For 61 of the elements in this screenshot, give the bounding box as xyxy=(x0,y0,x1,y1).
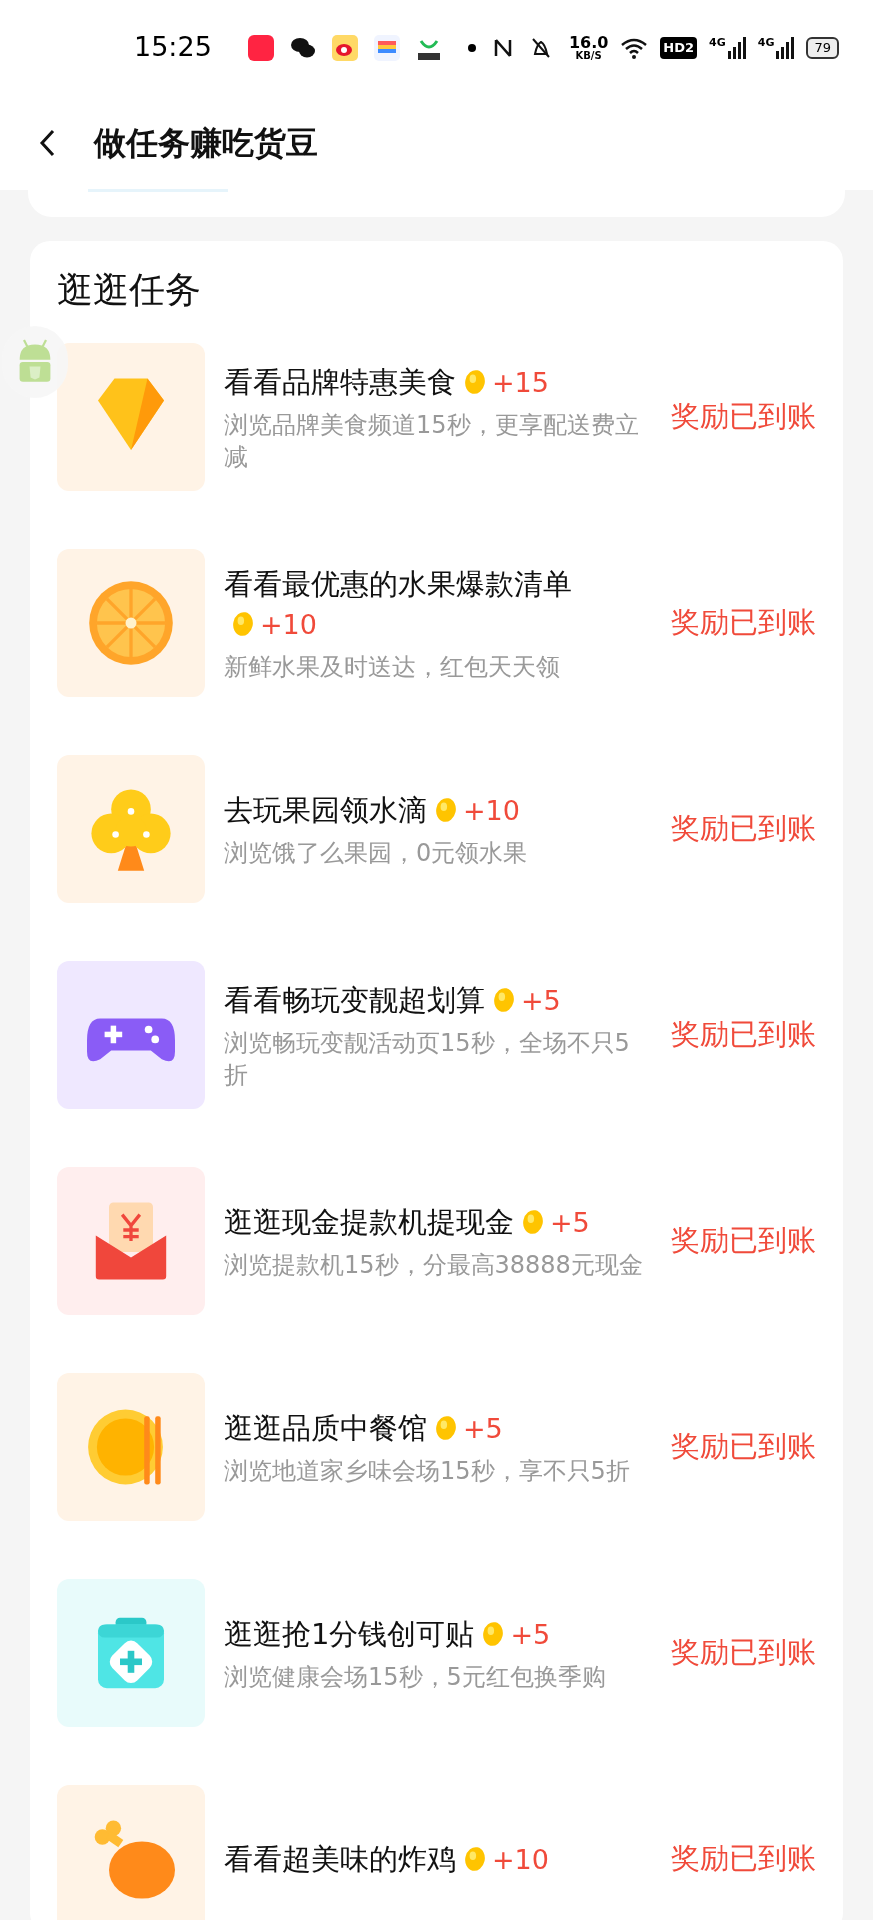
reward-status: 奖励已到账 xyxy=(671,1222,816,1260)
task-title: 去玩果园领水滴 +10 xyxy=(224,791,521,829)
bean-coin-icon xyxy=(493,986,515,1013)
task-description: 浏览地道家乡味会场15秒，享不只5折 xyxy=(224,1455,631,1487)
task-description: 浏览品牌美食频道15秒，更享配送费立减 xyxy=(224,409,640,473)
reward-status: 奖励已到账 xyxy=(671,810,816,848)
bean-coin-icon xyxy=(482,1620,505,1647)
bean-points: +10 xyxy=(260,608,317,640)
task-title: 看看畅玩变靓超划算 +5 xyxy=(224,981,562,1019)
bean-coin-icon xyxy=(522,1208,544,1235)
task-description: 浏览饿了么果园，0元领水果 xyxy=(224,837,529,869)
network-speed-unit: KB/S xyxy=(575,50,602,61)
app-notification-icon xyxy=(247,34,274,61)
network-type: 4G xyxy=(709,36,726,48)
tree-icon xyxy=(57,755,205,903)
task-title: 看看品牌特惠美食 +15 xyxy=(224,363,550,401)
reward-status: 奖励已到账 xyxy=(671,398,816,436)
task-title: 逛逛抢1分钱创可贴 +5 xyxy=(224,1615,552,1653)
task-description: 浏览提款机15秒，分最高38888元现金 xyxy=(224,1249,644,1281)
chat-bubbles-icon xyxy=(289,35,316,60)
reward-status: 奖励已到账 xyxy=(671,1634,816,1672)
task-title: 逛逛现金提款机提现金 +5 xyxy=(224,1203,591,1241)
bean-points: +15 xyxy=(492,366,549,398)
network-speed: 16.0 xyxy=(568,34,609,51)
page-title: 做任务赚吃货豆 xyxy=(94,122,318,164)
drumstick-icon xyxy=(57,1785,205,1920)
hd-badge: HD2 xyxy=(660,36,698,59)
bean-points: +5 xyxy=(463,1412,503,1444)
reward-status: 奖励已到账 xyxy=(671,1016,816,1054)
bean-points: +10 xyxy=(463,794,520,826)
task-title: 逛逛品质中餐馆 +5 xyxy=(224,1409,504,1447)
bean-coin-icon xyxy=(435,796,457,823)
bean-coin-icon xyxy=(232,610,254,637)
battery-indicator: 79 xyxy=(806,36,839,59)
reward-status: 奖励已到账 xyxy=(671,604,816,642)
bean-coin-icon xyxy=(464,1845,486,1872)
signal-icon xyxy=(776,36,795,59)
first-aid-kit-icon xyxy=(57,1579,205,1727)
reward-status: 奖励已到账 xyxy=(671,1428,816,1466)
section-title: 逛逛任务 xyxy=(57,268,202,312)
bean-coin-icon xyxy=(464,368,486,395)
plate-chopsticks-icon xyxy=(57,1373,205,1521)
task-title: 看看最优惠的水果爆款清单 +10 xyxy=(224,565,573,642)
reward-status: 奖励已到账 xyxy=(671,1840,816,1878)
wallet-app-icon xyxy=(373,34,400,61)
bean-points: +5 xyxy=(550,1206,590,1238)
cash-envelope-icon xyxy=(57,1167,205,1315)
eye-app-icon xyxy=(331,34,358,61)
status-time: 15:25 xyxy=(134,30,212,65)
task-description: 新鲜水果及时送达，红包天天领 xyxy=(224,651,561,683)
task-title: 看看超美味的炸鸡 +10 xyxy=(224,1840,550,1878)
bean-points: +5 xyxy=(510,1618,551,1650)
task-description: 浏览畅玩变靓活动页15秒，全场不只5折 xyxy=(224,1027,631,1091)
gamepad-icon xyxy=(57,961,205,1109)
signal-icon xyxy=(727,36,746,59)
citrus-slice-icon xyxy=(57,549,205,697)
network-type: 4G xyxy=(757,36,775,48)
bean-coin-icon xyxy=(435,1414,457,1441)
bean-points: +10 xyxy=(492,1843,549,1875)
bean-points: +5 xyxy=(521,984,561,1016)
task-description: 浏览健康会场15秒，5元红包换季购 xyxy=(224,1661,607,1693)
